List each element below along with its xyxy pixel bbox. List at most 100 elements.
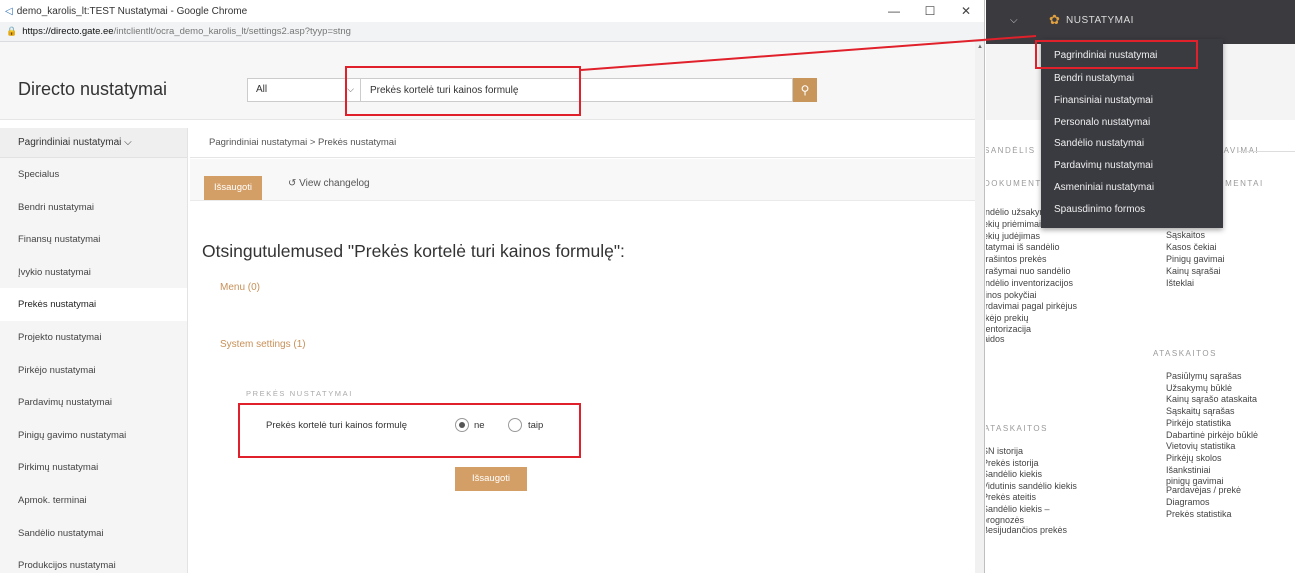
background-link[interactable]: Besijudančios prekės [986,525,1067,536]
lock-icon: 🔒 [6,26,18,36]
search-button[interactable]: ⚲ [793,78,817,102]
background-link[interactable]: Prekės statistika [1166,509,1232,520]
sidebar-item-prekes[interactable]: Prekės nustatymai [0,288,187,321]
background-link[interactable]: Diagramos [1166,497,1210,508]
background-link[interactable]: Pinigų gavimai [1166,254,1225,265]
sidebar-header[interactable]: Pagrindiniai nustatymai ⌵ [0,128,187,158]
background-link[interactable]: Dabartinė pirkėjo būklė [1166,430,1258,441]
sidebar-item-projekto[interactable]: Projekto nustatymai [0,321,187,354]
radio-taip[interactable] [508,418,522,432]
dropdown-item-personalo[interactable]: Personalo nustatymai [1041,111,1223,133]
address-bar[interactable]: 🔒 https://directo.gate.ee /intclientlt/o… [0,22,984,42]
dropdown-item-spausdinimo[interactable]: Spausdinimo formos [1041,198,1223,220]
background-link[interactable]: Sąskaitų sąrašas [1166,406,1235,417]
setting-label: Prekės kortelė turi kainos formulę [266,420,407,431]
changelog-label: View changelog [299,178,370,189]
background-link[interactable]: Kainų sąrašo ataskaita [1166,394,1257,405]
radio-ne[interactable] [455,418,469,432]
search-scope-select[interactable]: All ⌵ [247,78,361,102]
dropdown-item-sandelio[interactable]: Sandėlio nustatymai [1041,132,1223,154]
background-link[interactable]: Kasos čekiai [1166,242,1217,253]
background-link[interactable]: Sandėlio kiekis – prognozės [986,504,1052,526]
background-link[interactable]: Nurašintos prekės [986,254,1047,265]
save-button-bottom[interactable]: Išsaugoti [455,467,527,491]
background-link[interactable]: Užsakymų būklė [1166,383,1232,394]
nustatymai-menu-label[interactable]: NUSTATYMAI [1066,15,1134,26]
dropdown-item-bendri[interactable]: Bendri nustatymai [1041,67,1223,89]
dropdown-item-asmeniniai[interactable]: Asmeniniai nustatymai [1041,176,1223,198]
background-link[interactable]: Išlaidos [986,334,1005,345]
background-link[interactable]: Prekių priėmimai [986,219,1041,230]
background-link[interactable]: Vietovių statistika [1166,441,1235,452]
background-link[interactable]: Prekės ateitis [986,492,1036,503]
background-link[interactable]: Išstatymai iš sandėlio [986,242,1060,253]
sandelis-caption: SANDĖLIS [986,146,1036,155]
background-link[interactable]: Vidutinis sandėlio kiekis [986,481,1077,492]
url-path: /intclientlt/ocra_demo_karolis_lt/settin… [113,26,351,37]
background-link[interactable]: Išteklai [1166,278,1194,289]
sidebar-item-specialus[interactable]: Specialus [0,158,187,191]
background-link[interactable]: Pardavimai pagal pirkėjus [986,301,1077,312]
radio-taip-label: taip [528,420,544,431]
setting-group-caption: PREKĖS NUSTATYMAI [246,389,353,398]
ataskaitos-caption-right: ATASKAITOS [1153,349,1217,358]
background-link[interactable]: Pirkėjų skolos [1166,453,1222,464]
view-changelog-link[interactable]: ↺ View changelog [288,178,370,189]
sidebar-item-ivykio[interactable]: Įvykio nustatymai [0,256,187,289]
page-title: Directo nustatymai [18,79,168,99]
close-button[interactable]: ✕ [948,4,984,18]
sidebar-item-finansu[interactable]: Finansų nustatymai [0,223,187,256]
sidebar-item-sandelio[interactable]: Sandėlio nustatymai [0,517,187,550]
screenshot-stage: { "window": { "title": "demo_karolis_lt:… [0,0,1295,573]
search-icon: ⚲ [800,83,810,97]
background-link[interactable]: Kainų sąrašai [1166,266,1221,277]
url-host: https://directo.gate.ee [22,26,114,37]
background-link[interactable]: Prekės istorija [986,458,1039,469]
sidebar-item-pirkimu[interactable]: Pirkimų nustatymai [0,451,187,484]
gear-icon: ✿ [1049,12,1060,27]
sidebar-item-apmok-terminai[interactable]: Apmok. terminai [0,484,187,517]
background-link[interactable]: Pirkėjo prekių inventorizacija [986,313,1044,335]
background-link[interactable]: Pasiūlymų sąrašas [1166,371,1242,382]
caption-divider [1238,151,1295,152]
background-link[interactable]: SN istorija [986,446,1023,457]
scroll-up-icon[interactable]: ▲ [975,42,984,50]
dropdown-item-pardavimu[interactable]: Pardavimų nustatymai [1041,154,1223,176]
background-topbar: ⌵ ✿ NUSTATYMAI [986,0,1295,44]
history-icon: ↺ [288,178,300,189]
maximize-button[interactable]: ☐ [912,4,948,18]
dropdown-item-finansiniai[interactable]: Finansiniai nustatymai [1041,89,1223,111]
sidebar-item-pinigu-gavimo[interactable]: Pinigų gavimo nustatymai [0,419,187,452]
background-link[interactable]: Kainos pokyčiai [986,290,1037,301]
save-button-top[interactable]: Išsaugoti [204,176,262,200]
background-link[interactable]: Nurašymai nuo sandėlio [986,266,1071,277]
background-link[interactable]: Išankstiniai pinigų gavimai [1166,465,1236,487]
menu-results-link[interactable]: Menu (0) [220,282,260,293]
window-title: demo_karolis_lt:TEST Nustatymai - Google… [16,5,248,17]
system-settings-link[interactable]: System settings (1) [220,339,306,350]
vertical-scrollbar[interactable]: ▲ [975,42,984,573]
chevron-down-icon[interactable]: ⌵ [1010,15,1018,26]
minimize-button[interactable]: — [876,4,912,18]
browser-window: ◁ demo_karolis_lt:TEST Nustatymai - Goog… [0,0,985,573]
background-link[interactable]: Pardavėjas / prekė [1166,485,1241,496]
background-link[interactable]: Prekių judėjimas [986,231,1040,242]
radio-ne-label: ne [474,420,485,431]
search-highlight-box [345,66,581,116]
background-link[interactable]: Pirkėjo statistika [1166,418,1231,429]
background-link[interactable]: Sąskaitos [1166,230,1205,241]
sidebar-item-bendri[interactable]: Bendri nustatymai [0,191,187,224]
window-titlebar: ◁ demo_karolis_lt:TEST Nustatymai - Goog… [0,0,984,22]
dropdown-highlight-box [1035,40,1198,69]
sidebar-header-label: Pagrindiniai nustatymai [18,137,122,148]
directo-favicon-icon: ◁ [5,5,13,17]
background-link[interactable]: Sandėlio inventorizacijos [986,278,1073,289]
sidebar-item-pardavimu[interactable]: Pardavimų nustatymai [0,386,187,419]
sidebar-item-pirkejo[interactable]: Pirkėjo nustatymai [0,354,187,387]
sidebar-item-produkcijos[interactable]: Produkcijos nustatymai [0,549,187,573]
scope-value: All [256,84,268,95]
settings-sidebar: Pagrindiniai nustatymai ⌵ Specialus Bend… [0,128,188,573]
ataskaitos-caption-left: ATASKAITOS [986,424,1048,433]
chevron-down-icon: ⌵ [124,137,132,148]
background-link[interactable]: Sandėlio kiekis [986,469,1042,480]
